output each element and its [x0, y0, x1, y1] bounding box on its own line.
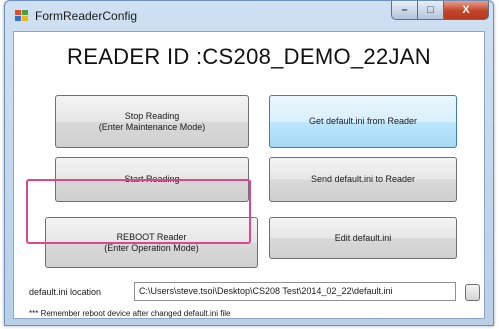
window-controls: – □ X — [391, 1, 489, 21]
close-button[interactable]: X — [444, 1, 489, 20]
default-ini-path-field[interactable]: C:\Users\steve.tsoi\Desktop\CS208 Test\2… — [134, 282, 456, 301]
form-client-area: READER ID :CS208_DEMO_22JAN Stop Reading… — [13, 31, 485, 319]
default-ini-location-label: default.ini location — [29, 287, 102, 297]
edit-default-ini-button[interactable]: Edit default.ini — [269, 217, 457, 259]
stop-reading-button[interactable]: Stop Reading (Enter Maintenance Mode) — [55, 95, 249, 148]
app-icon — [15, 10, 28, 22]
stop-reading-label: Stop Reading — [124, 110, 180, 121]
send-default-ini-button[interactable]: Send default.ini to Reader — [269, 157, 457, 202]
reader-id-heading: READER ID :CS208_DEMO_22JAN — [67, 44, 431, 69]
window-title: FormReaderConfig — [35, 9, 138, 23]
send-default-ini-label: Send default.ini to Reader — [310, 174, 416, 184]
title-bar[interactable]: FormReaderConfig – □ X — [5, 1, 493, 31]
edit-default-ini-label: Edit default.ini — [334, 232, 392, 243]
browse-button[interactable] — [465, 284, 480, 301]
get-default-ini-label: Get default.ini from Reader — [308, 116, 418, 126]
minimize-button[interactable]: – — [391, 1, 418, 20]
maximize-icon: □ — [427, 4, 434, 16]
stop-reading-sublabel: (Enter Maintenance Mode) — [98, 121, 206, 132]
reboot-highlight-frame — [26, 179, 251, 244]
minimize-icon: – — [401, 4, 408, 16]
form-reader-config-window: FormReaderConfig – □ X READER ID :CS208_… — [4, 0, 494, 326]
close-icon: X — [462, 4, 470, 16]
maximize-button[interactable]: □ — [418, 1, 444, 20]
reboot-reader-sublabel: (Enter Operation Mode) — [104, 242, 199, 253]
reboot-reminder-note: *** Remember reboot device after changed… — [29, 309, 231, 318]
get-default-ini-button[interactable]: Get default.ini from Reader — [269, 95, 457, 148]
